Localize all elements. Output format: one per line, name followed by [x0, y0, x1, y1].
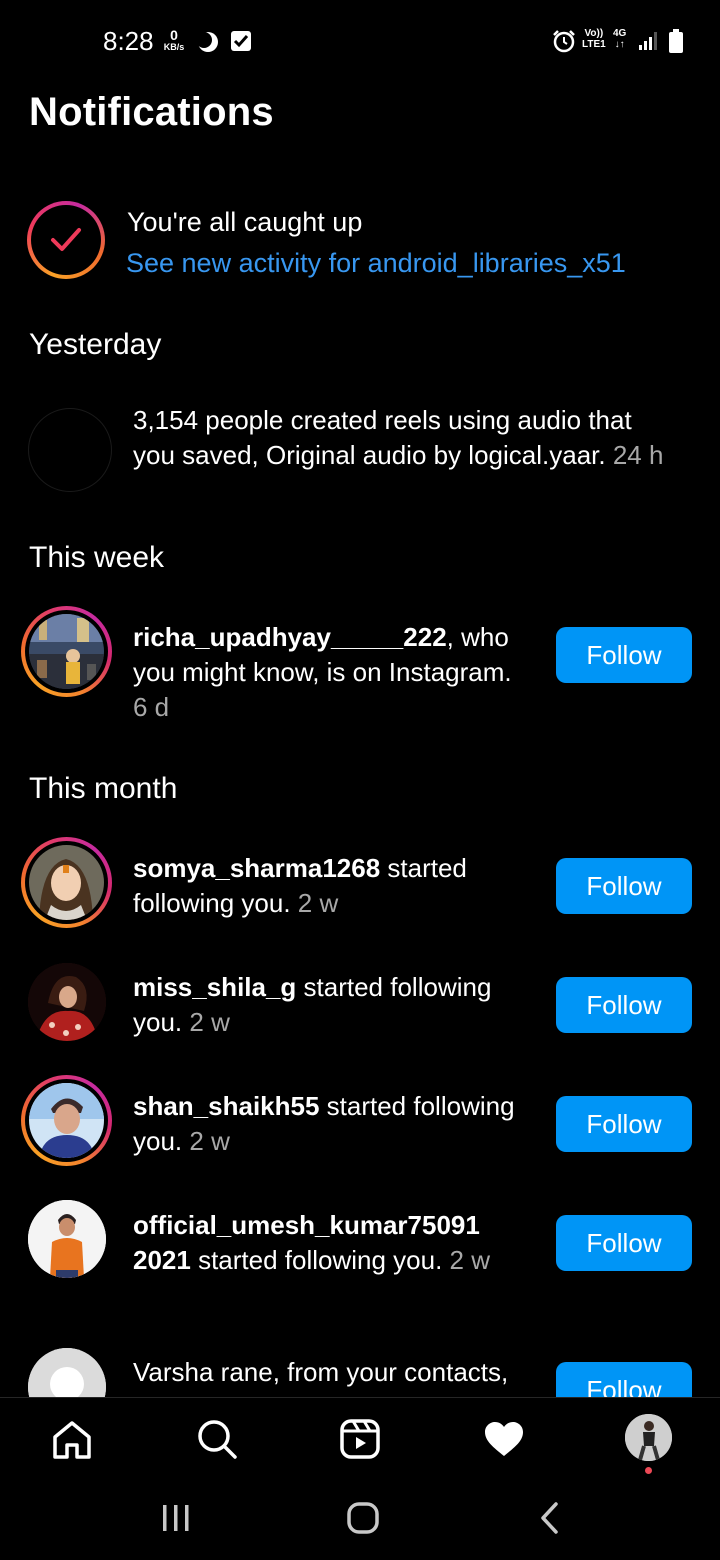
follow-button[interactable]: Follow [556, 1215, 692, 1271]
notification-umesh[interactable]: official_umesh_kumar75091 2021 started fo… [133, 1208, 533, 1278]
follow-button[interactable]: Follow [556, 1096, 692, 1152]
follow-button[interactable]: Follow [556, 858, 692, 914]
signal-icon [639, 32, 657, 50]
profile-avatar[interactable] [625, 1414, 672, 1461]
follow-button[interactable]: Follow [556, 627, 692, 683]
notification-shan[interactable]: shan_shaikh55 started following you. 2 w [133, 1089, 533, 1159]
page-title: Notifications [29, 90, 274, 134]
check-icon [51, 228, 81, 251]
reels-icon[interactable] [339, 1418, 381, 1460]
battery-icon [669, 29, 683, 53]
network-type: 4G ↓↑ [613, 28, 627, 50]
home-button-icon[interactable] [346, 1501, 380, 1535]
profile-photo [28, 963, 106, 1041]
volte-indicator: Vo)) LTE1 [582, 28, 606, 50]
profile-photo [29, 845, 104, 920]
avatar-richa[interactable] [21, 606, 112, 697]
avatar-shan[interactable] [21, 1075, 112, 1166]
audio-avatar[interactable] [28, 408, 112, 492]
caught-up-title: You're all caught up [127, 207, 363, 237]
recent-apps-icon[interactable] [160, 1503, 192, 1533]
notification-dot [645, 1467, 652, 1474]
follow-button[interactable]: Follow [556, 977, 692, 1033]
checkbox-icon [231, 31, 251, 51]
see-new-activity-link[interactable]: See new activity for android_libraries_x… [126, 248, 626, 279]
moon-icon [196, 32, 218, 52]
section-yesterday: Yesterday [29, 328, 162, 361]
section-this-week: This week [29, 541, 165, 574]
notification-varsha[interactable]: Varsha rane, from your contacts, [133, 1355, 533, 1390]
notification-shila[interactable]: miss_shila_g started following you. 2 w [133, 970, 533, 1040]
profile-photo [29, 1083, 104, 1158]
profile-photo [29, 614, 104, 689]
status-bar: 8:28 0 KB/s Vo)) LTE1 4G ↓↑ [0, 0, 720, 84]
section-this-month: This month [29, 772, 178, 805]
back-icon[interactable] [538, 1501, 562, 1535]
notification-richa[interactable]: richa_upadhyay_____222, who you might kn… [133, 620, 533, 725]
home-icon[interactable] [51, 1420, 93, 1460]
search-icon[interactable] [196, 1418, 238, 1460]
notification-reels-audio[interactable]: 3,154 people created reels using audio t… [133, 403, 673, 473]
network-speed: 0 KB/s [163, 27, 185, 52]
notification-somya[interactable]: somya_sharma1268 started following you. … [133, 851, 533, 921]
profile-photo [28, 1200, 106, 1278]
avatar-somya[interactable] [21, 837, 112, 928]
status-time: 8:28 [103, 26, 154, 56]
avatar-umesh[interactable] [28, 1200, 106, 1278]
avatar-shila[interactable] [28, 963, 106, 1041]
alarm-icon [553, 30, 575, 53]
profile-photo [625, 1414, 672, 1461]
heart-icon[interactable] [483, 1420, 525, 1458]
